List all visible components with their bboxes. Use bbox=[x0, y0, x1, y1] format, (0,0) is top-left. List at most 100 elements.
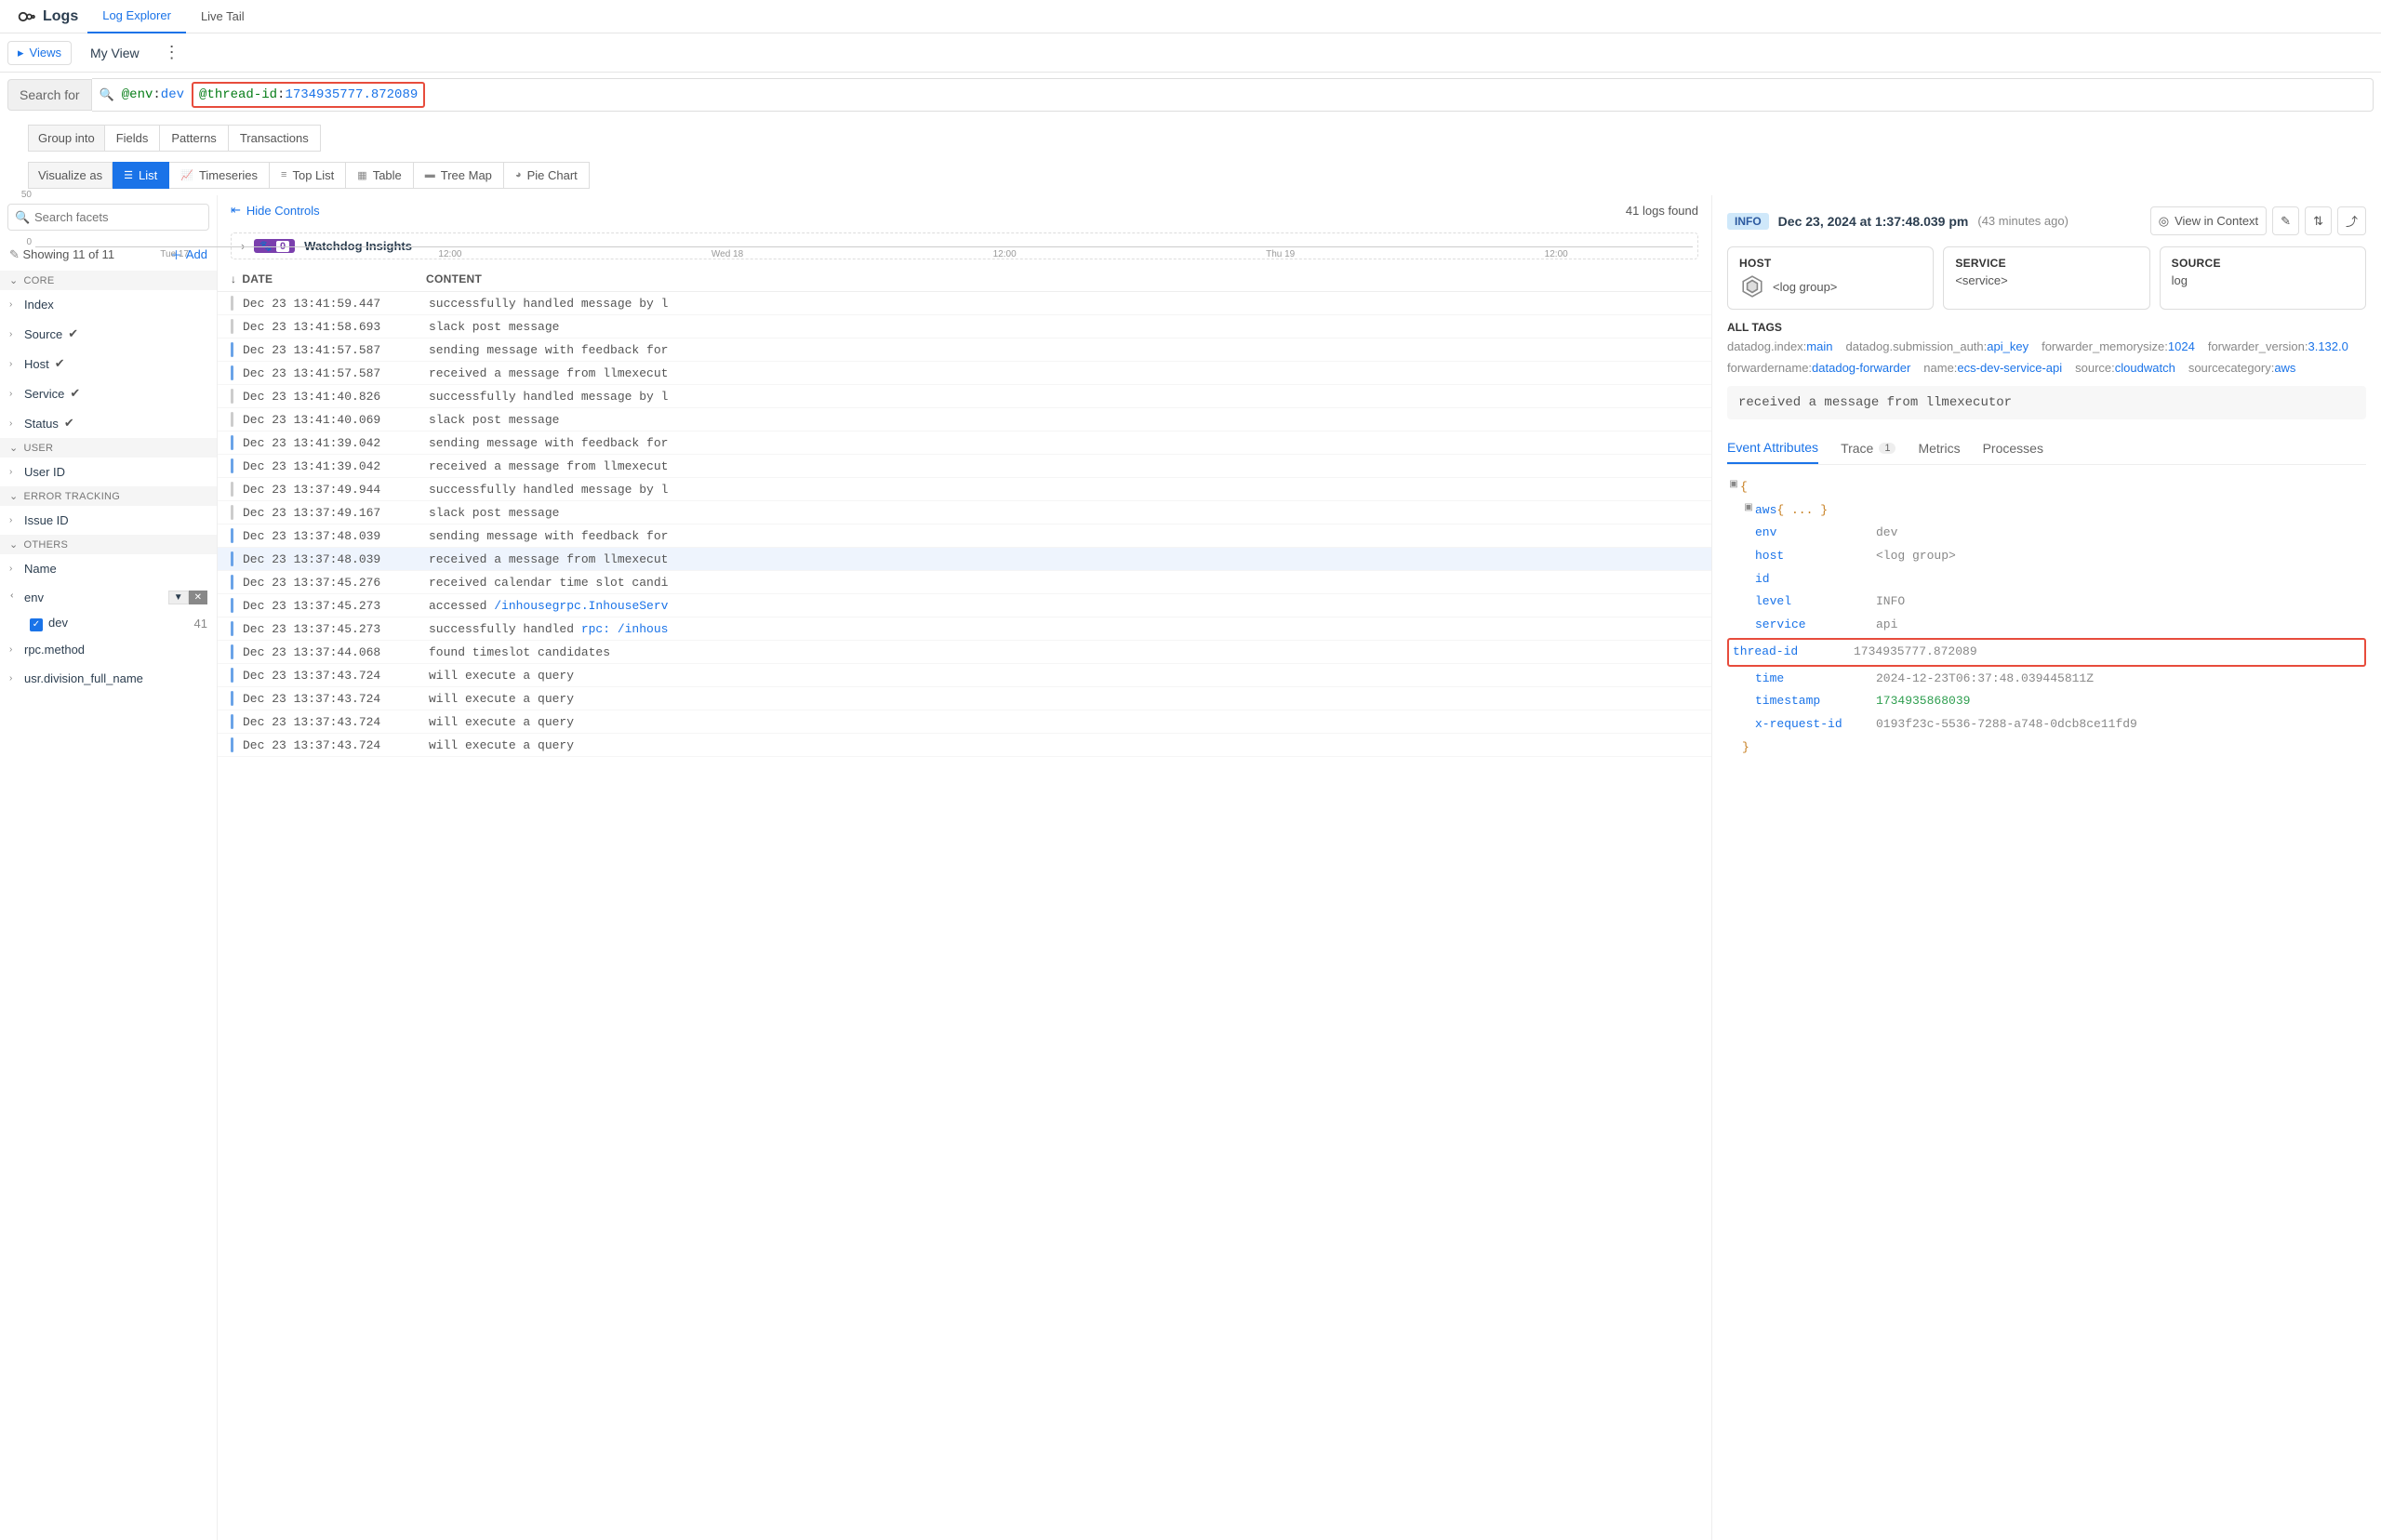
logs-table[interactable]: Dec 23 13:41:59.447 successfully handled… bbox=[218, 292, 1711, 1540]
more-icon[interactable]: ⋮ bbox=[158, 43, 186, 62]
facet-group-error[interactable]: ⌄ERROR TRACKING bbox=[0, 486, 217, 506]
json-attribute-row[interactable]: timestamp1734935868039 bbox=[1727, 690, 2366, 713]
views-button[interactable]: ▸ Views bbox=[7, 41, 72, 65]
facet-user-id[interactable]: ›User ID bbox=[0, 458, 217, 486]
log-row[interactable]: Dec 23 13:37:43.724 will execute a query bbox=[218, 687, 1711, 710]
facet-status[interactable]: ›Status ✔ bbox=[0, 408, 217, 438]
tab-event-attributes[interactable]: Event Attributes bbox=[1727, 432, 1818, 464]
facet-issue-id[interactable]: ›Issue ID bbox=[0, 506, 217, 535]
viz-tree-map[interactable]: ▬Tree Map bbox=[414, 162, 504, 189]
group-fields[interactable]: Fields bbox=[105, 125, 161, 152]
collapse-icon[interactable]: ▣ bbox=[1727, 476, 1740, 499]
copy-link-button[interactable]: ⇅ bbox=[2305, 206, 2332, 235]
log-date: Dec 23 13:37:49.167 bbox=[243, 506, 429, 520]
facet-env-value-dev[interactable]: ✓dev 41 bbox=[0, 612, 217, 635]
viz-timeseries[interactable]: 📈Timeseries bbox=[169, 162, 270, 189]
log-row[interactable]: Dec 23 13:37:44.068 found timeslot candi… bbox=[218, 641, 1711, 664]
json-attribute-row[interactable]: time2024-12-23T06:37:48.039445811Z bbox=[1727, 668, 2366, 691]
timeline-chart[interactable]: 50 0 Tue 1712:00Wed 1812:00Thu 1912:00 bbox=[7, 190, 1693, 262]
tag-pair[interactable]: datadog.submission_auth:api_key bbox=[1845, 339, 2029, 353]
export-button[interactable]: ⤴ bbox=[2337, 206, 2366, 235]
facet-source[interactable]: ›Source ✔ bbox=[0, 319, 217, 349]
log-row[interactable]: Dec 23 13:41:40.069 slack post message bbox=[218, 408, 1711, 431]
tag-pair[interactable]: name:ecs-dev-service-api bbox=[1923, 361, 2062, 375]
log-row[interactable]: Dec 23 13:37:43.724 will execute a query bbox=[218, 710, 1711, 734]
group-into-label[interactable]: Group into bbox=[28, 125, 105, 152]
tag-pair[interactable]: forwarder_version:3.132.0 bbox=[2208, 339, 2348, 353]
viz-list[interactable]: ☰List bbox=[113, 162, 169, 189]
json-attribute-row[interactable]: host<log group> bbox=[1727, 545, 2366, 568]
my-view-label[interactable]: My View bbox=[79, 46, 151, 60]
tag-pair[interactable]: datadog.index:main bbox=[1727, 339, 1832, 353]
visualize-as-label[interactable]: Visualize as bbox=[28, 162, 113, 189]
log-row[interactable]: Dec 23 13:37:48.039 received a message f… bbox=[218, 548, 1711, 571]
expand-icon[interactable]: ▣ bbox=[1742, 499, 1755, 523]
service-card[interactable]: SERVICE <service> bbox=[1943, 246, 2149, 310]
log-row[interactable]: Dec 23 13:37:45.276 received calendar ti… bbox=[218, 571, 1711, 594]
funnel-icon[interactable]: ▼ bbox=[168, 591, 189, 604]
json-attribute-row[interactable]: levelINFO bbox=[1727, 591, 2366, 614]
tag-pair[interactable]: forwardername:datadog-forwarder bbox=[1727, 361, 1910, 375]
facet-host[interactable]: ›Host ✔ bbox=[0, 349, 217, 378]
log-content: will execute a query bbox=[429, 669, 574, 683]
json-attribute-row[interactable]: id bbox=[1727, 568, 2366, 591]
col-content-header[interactable]: CONTENT bbox=[426, 272, 482, 285]
log-row[interactable]: Dec 23 13:41:39.042 sending message with… bbox=[218, 431, 1711, 455]
log-row[interactable]: Dec 23 13:41:59.447 successfully handled… bbox=[218, 292, 1711, 315]
log-row[interactable]: Dec 23 13:37:48.039 sending message with… bbox=[218, 524, 1711, 548]
tab-trace[interactable]: Trace1 bbox=[1841, 432, 1895, 464]
tag-pair[interactable]: sourcecategory:aws bbox=[2188, 361, 2296, 375]
log-date: Dec 23 13:41:57.587 bbox=[243, 366, 429, 380]
search-input[interactable]: 🔍 @env:dev @thread-id:1734935777.872089 bbox=[92, 78, 2374, 112]
facet-env-actions[interactable]: ▼✕ bbox=[168, 591, 207, 604]
facet-env[interactable]: ⌄env ▼✕ bbox=[0, 583, 217, 612]
log-row[interactable]: Dec 23 13:37:49.167 slack post message bbox=[218, 501, 1711, 524]
tag-pair[interactable]: forwarder_memorysize:1024 bbox=[2042, 339, 2195, 353]
log-row[interactable]: Dec 23 13:37:43.724 will execute a query bbox=[218, 664, 1711, 687]
viz-table[interactable]: ▦Table bbox=[346, 162, 413, 189]
edit-button[interactable]: ✎ bbox=[2272, 206, 2299, 235]
facet-group-core[interactable]: ⌄CORE bbox=[0, 271, 217, 290]
group-transactions[interactable]: Transactions bbox=[229, 125, 321, 152]
json-attribute-row[interactable]: thread-id1734935777.872089 bbox=[1727, 638, 2366, 667]
viz-top-list[interactable]: ≡Top List bbox=[270, 162, 346, 189]
facet-name[interactable]: ›Name bbox=[0, 554, 217, 583]
search-token-thread-id[interactable]: @thread-id:1734935777.872089 bbox=[192, 82, 425, 108]
facet-rpc-method[interactable]: ›rpc.method bbox=[0, 635, 217, 664]
log-row[interactable]: Dec 23 13:41:57.587 received a message f… bbox=[218, 362, 1711, 385]
json-attribute-row[interactable]: x-request-id0193f23c-5536-7288-a748-0dcb… bbox=[1727, 713, 2366, 737]
log-row[interactable]: Dec 23 13:37:45.273 successfully handled… bbox=[218, 617, 1711, 641]
facet-service[interactable]: ›Service ✔ bbox=[0, 378, 217, 408]
facet-index[interactable]: ›Index bbox=[0, 290, 217, 319]
log-row[interactable]: Dec 23 13:37:43.724 will execute a query bbox=[218, 734, 1711, 757]
view-in-context-button[interactable]: ◎View in Context bbox=[2150, 206, 2267, 235]
host-card[interactable]: HOST <log group> bbox=[1727, 246, 1934, 310]
brand[interactable]: Logs bbox=[7, 7, 87, 27]
json-attribute-row[interactable]: serviceapi bbox=[1727, 614, 2366, 637]
log-row[interactable]: Dec 23 13:41:57.587 sending message with… bbox=[218, 339, 1711, 362]
log-row[interactable]: Dec 23 13:41:40.826 successfully handled… bbox=[218, 385, 1711, 408]
tab-live-tail[interactable]: Live Tail bbox=[186, 0, 259, 33]
log-row[interactable]: Dec 23 13:37:45.273 accessed /inhousegrp… bbox=[218, 594, 1711, 617]
log-row[interactable]: Dec 23 13:41:58.693 slack post message bbox=[218, 315, 1711, 339]
source-card[interactable]: SOURCE log bbox=[2160, 246, 2366, 310]
clear-icon[interactable]: ✕ bbox=[189, 591, 207, 604]
tab-processes[interactable]: Processes bbox=[1983, 432, 2043, 464]
log-date: Dec 23 13:37:43.724 bbox=[243, 692, 429, 706]
facet-group-user[interactable]: ⌄USER bbox=[0, 438, 217, 458]
log-row[interactable]: Dec 23 13:37:49.944 successfully handled… bbox=[218, 478, 1711, 501]
tag-pair[interactable]: source:cloudwatch bbox=[2075, 361, 2175, 375]
chart-xtick: Tue 17 bbox=[160, 249, 189, 262]
log-row[interactable]: Dec 23 13:41:39.042 received a message f… bbox=[218, 455, 1711, 478]
facet-usr-division[interactable]: ›usr.division_full_name bbox=[0, 664, 217, 693]
search-token-env[interactable]: @env:dev bbox=[122, 87, 184, 102]
search-for-label: Search for bbox=[7, 79, 92, 111]
group-patterns[interactable]: Patterns bbox=[160, 125, 228, 152]
checkbox-checked-icon[interactable]: ✓ bbox=[30, 618, 43, 631]
tab-metrics[interactable]: Metrics bbox=[1918, 432, 1960, 464]
json-attribute-row[interactable]: envdev bbox=[1727, 522, 2366, 545]
col-date-header[interactable]: ↓DATE bbox=[231, 272, 426, 285]
viz-pie-chart[interactable]: ◕Pie Chart bbox=[504, 162, 590, 189]
tab-log-explorer[interactable]: Log Explorer bbox=[87, 0, 186, 33]
facet-group-others[interactable]: ⌄OTHERS bbox=[0, 535, 217, 554]
